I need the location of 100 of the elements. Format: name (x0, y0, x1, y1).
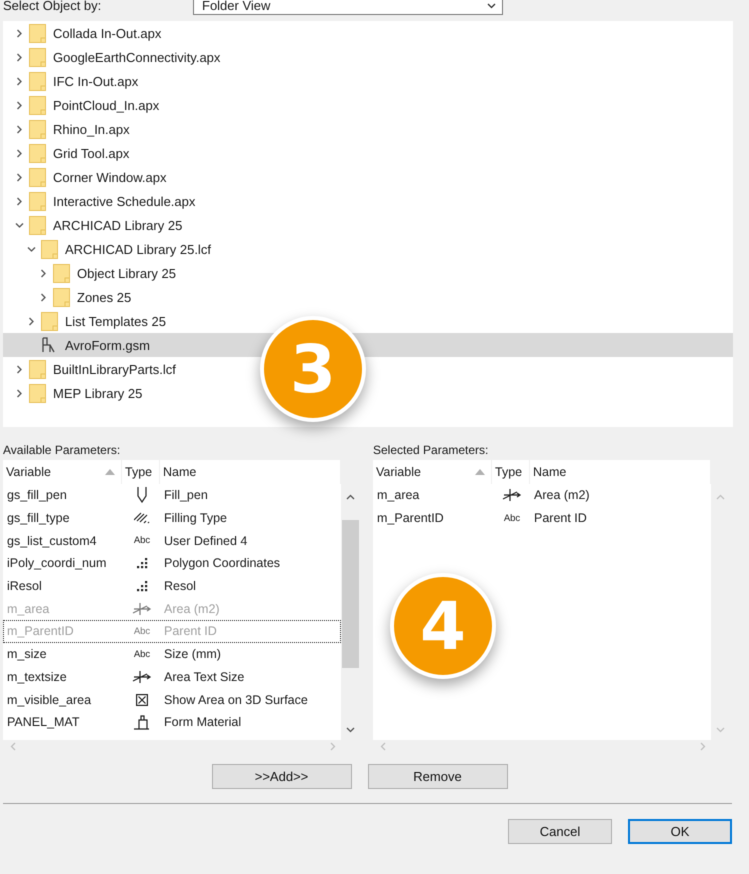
column-header[interactable]: Type (492, 460, 530, 484)
view-dropdown[interactable]: Folder View (193, 0, 503, 15)
folder-icon (41, 312, 58, 330)
type-label: Abc (134, 535, 150, 546)
type-label: Abc (134, 626, 150, 637)
variable-cell-text: m_visible_area (6, 692, 92, 707)
expand-chevron-icon[interactable] (14, 364, 24, 374)
area-icon (132, 670, 152, 684)
tree-item[interactable]: ARCHICAD Library 25 (3, 213, 733, 237)
tree-item[interactable]: Rhino_In.apx (3, 117, 733, 141)
column-header[interactable]: Variable (373, 460, 492, 484)
variable-cell-text: PANEL_MAT (6, 715, 80, 730)
variable-cell-text: m_textsize (6, 670, 68, 684)
name-cell-text: User Defined 4 (163, 534, 248, 548)
folder-icon (29, 144, 46, 162)
tree-item[interactable]: Zones 25 (3, 285, 733, 309)
table-row[interactable]: iResol Resol (3, 574, 341, 598)
expand-chevron-icon[interactable] (14, 28, 24, 38)
name-cell-text: Area (m2) (163, 602, 221, 616)
table-row[interactable]: m_textsize Area Text Size (3, 666, 341, 688)
tree-item[interactable]: Object Library 25 (3, 261, 733, 285)
dialog-button[interactable]: Cancel (508, 819, 612, 844)
name-cell-text: Size (mm) (163, 647, 222, 662)
dialog-button[interactable]: OK (628, 819, 732, 844)
tree-item[interactable]: PointCloud_In.apx (3, 93, 733, 117)
table-row[interactable]: m_area Area (m2) (373, 484, 711, 507)
type-label: Abc (504, 512, 520, 524)
table-row[interactable]: gs_fill_pen Fill_pen (3, 484, 341, 507)
pen-icon (137, 487, 147, 504)
paint-bucket-icon (134, 714, 150, 730)
tree-item[interactable]: Interactive Schedule.apx (3, 189, 733, 213)
expand-chevron-icon[interactable] (14, 52, 24, 62)
dot-grid-icon (136, 580, 148, 592)
column-header[interactable]: Variable (3, 460, 122, 484)
remove-button[interactable]: Remove (368, 764, 508, 789)
tree-item-label: ARCHICAD Library 25.lcf (65, 242, 211, 256)
expand-chevron-icon[interactable] (26, 316, 36, 326)
table-row[interactable]: m_ParentID Abc Parent ID (373, 506, 711, 530)
variable-cell-text: gs_fill_pen (6, 488, 68, 502)
add-button[interactable]: >>Add>> (212, 764, 352, 789)
tree-item[interactable]: IFC In-Out.apx (3, 69, 733, 93)
expand-chevron-icon[interactable] (14, 172, 24, 182)
variable-cell-text: m_area (6, 602, 50, 616)
expand-chevron-icon[interactable] (14, 388, 24, 398)
variable-cell-text: m_ParentID (6, 624, 75, 638)
scroll-down-icon[interactable] (346, 725, 355, 734)
expand-chevron-icon[interactable] (14, 76, 24, 86)
folder-icon (53, 264, 70, 282)
checkbox-cross-icon (136, 694, 148, 706)
collapse-chevron-icon[interactable] (26, 244, 36, 254)
scroll-up-icon[interactable] (346, 493, 355, 502)
folder-icon (29, 360, 46, 378)
column-header[interactable]: Type (122, 460, 160, 484)
tree-item[interactable]: Collada In-Out.apx (3, 21, 733, 45)
tree-item[interactable]: Grid Tool.apx (3, 141, 733, 165)
tree-item-label: MEP Library 25 (53, 386, 142, 400)
tree-item-label: Grid Tool.apx (53, 146, 130, 160)
name-cell-text: Fill_pen (163, 488, 209, 502)
expand-chevron-icon[interactable] (14, 100, 24, 110)
expand-chevron-icon[interactable] (38, 292, 48, 302)
table-row[interactable]: m_ParentID Abc Parent ID (3, 620, 341, 643)
expand-chevron-icon[interactable] (38, 268, 48, 278)
expand-chevron-icon[interactable] (14, 196, 24, 206)
variable-cell-text: m_area (376, 488, 420, 502)
folder-icon (29, 120, 46, 138)
tree-item-label: Corner Window.apx (53, 170, 166, 184)
name-cell-text: Resol (163, 579, 197, 594)
area-icon (502, 488, 522, 502)
expand-chevron-icon[interactable] (14, 148, 24, 158)
folder-icon (29, 192, 46, 210)
collapse-chevron-icon[interactable] (14, 220, 24, 230)
name-cell-text: Show Area on 3D Surface (163, 692, 309, 707)
table-row[interactable]: m_size Abc Size (mm) (3, 642, 341, 666)
name-cell-text: Parent ID (163, 624, 218, 638)
variable-cell-text: gs_fill_type (6, 511, 71, 526)
table-row[interactable]: PANEL_MAT Form Material (3, 710, 341, 734)
tree-item-label: Rhino_In.apx (53, 122, 130, 136)
sort-ascending-icon (105, 469, 115, 475)
tree-item[interactable]: GoogleEarthConnectivity.apx (3, 45, 733, 69)
tree-item-label: ARCHICAD Library 25 (53, 218, 182, 232)
table-row[interactable]: m_visible_area Show Area on 3D Surface (3, 688, 341, 711)
expand-chevron-icon[interactable] (14, 124, 24, 134)
variable-cell-text: iResol (6, 579, 43, 594)
tree-item[interactable]: Corner Window.apx (3, 165, 733, 189)
variable-cell-text: gs_list_custom4 (6, 534, 98, 548)
name-cell-text: Filling Type (163, 511, 228, 526)
folder-icon (29, 216, 46, 234)
dropdown-caret-icon[interactable] (487, 0, 496, 10)
folder-icon (29, 168, 46, 186)
tree-item-label: Zones 25 (77, 290, 132, 304)
variable-cell-text: m_size (6, 647, 48, 662)
hatch-icon (134, 512, 150, 524)
tree-item[interactable]: ARCHICAD Library 25.lcf (3, 237, 733, 261)
name-cell-text: Parent ID (533, 511, 588, 526)
table-row[interactable]: iPoly_coordi_num Polygon Coordinates (3, 552, 341, 575)
tree-item-label: GoogleEarthConnectivity.apx (53, 50, 220, 64)
table-row[interactable]: gs_fill_type Filling Type (3, 506, 341, 530)
dot-grid-icon (136, 557, 148, 570)
tree-item-label: AvroForm.gsm (65, 338, 150, 352)
table-row[interactable]: gs_list_custom4 Abc User Defined 4 (3, 529, 341, 552)
